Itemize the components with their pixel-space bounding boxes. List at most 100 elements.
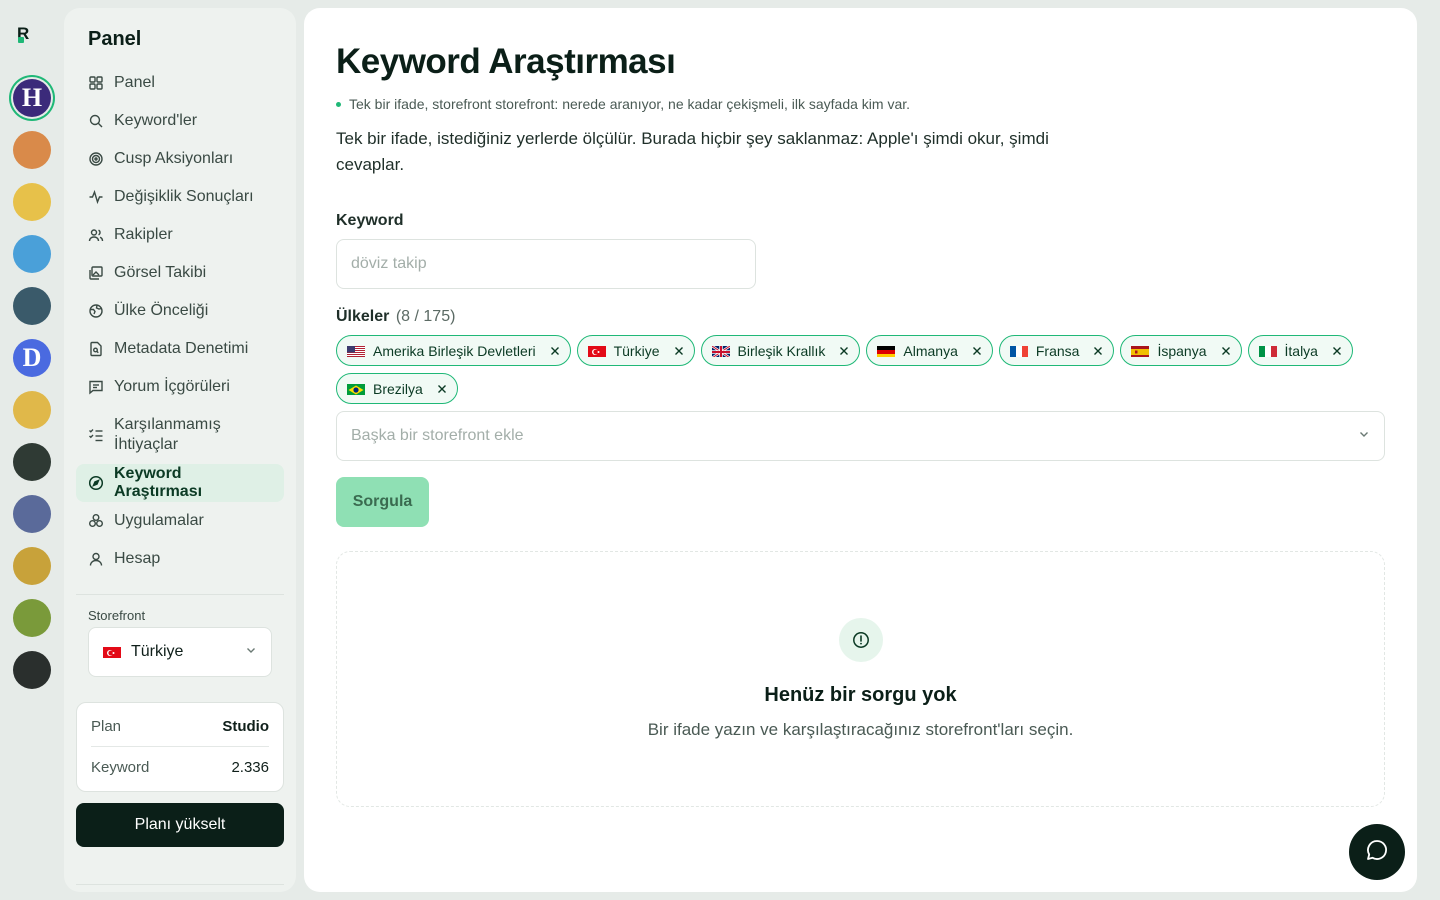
rail-app-investing-icon[interactable]	[13, 443, 51, 481]
storefront-select[interactable]: Türkiye	[88, 627, 272, 677]
upgrade-plan-button[interactable]: Planı yükselt	[76, 803, 284, 847]
plan-value: Studio	[222, 717, 269, 735]
keyword-quota-row: Keyword 2.336	[91, 747, 269, 787]
tagline-text: Tek bir ifade, storefront storefront: ne…	[349, 96, 911, 112]
rail-app-runner-icon[interactable]	[13, 131, 51, 169]
country-chip-label: Türkiye	[613, 342, 660, 359]
sidebar-item-label: Ülke Önceliği	[114, 302, 209, 319]
empty-state-subtitle: Bir ifade yazın ve karşılaştıracağınız s…	[647, 720, 1074, 739]
country-chip[interactable]: İtalya	[1247, 335, 1353, 366]
sidebar-item-metadata-denetimi[interactable]: Metadata Denetimi	[76, 330, 284, 368]
sidebar-item-label: Rakipler	[114, 226, 173, 243]
country-chip-label: Fransa	[1035, 342, 1080, 359]
it-flag-icon	[1258, 345, 1277, 357]
remove-chip-icon[interactable]	[550, 343, 560, 359]
remove-chip-icon[interactable]	[1221, 343, 1231, 359]
sidebar-item-label: Hesap	[114, 550, 161, 567]
countries-label-text: Ülkeler	[336, 308, 390, 325]
country-chip-label: Birleşik Krallık	[737, 342, 826, 359]
sidebar-item-lke-nceli-i[interactable]: Ülke Önceliği	[76, 292, 284, 330]
sidebar-item-label: Panel	[114, 74, 155, 91]
remove-chip-icon[interactable]	[972, 343, 982, 359]
chat-button[interactable]	[1349, 824, 1405, 880]
country-chip[interactable]: İspanya	[1120, 335, 1242, 366]
country-chip[interactable]: Brezilya	[336, 373, 458, 404]
country-chip-label: İtalya	[1284, 342, 1318, 359]
sidebar-item-label: Keyword'ler	[114, 112, 198, 129]
rail-app-hero-icon[interactable]	[13, 495, 51, 533]
sidebar-item-uygulamalar[interactable]: Uygulamalar	[76, 502, 284, 540]
sidebar-item-rakipler[interactable]: Rakipler	[76, 216, 284, 254]
sidebar-item-hesap[interactable]: Hesap	[76, 540, 284, 578]
grid-icon	[88, 75, 104, 91]
country-chips: Amerika Birleşik Devletleri Türkiye Birleş…	[336, 335, 1386, 404]
rail-app-blocks-icon[interactable]	[13, 235, 51, 273]
plan-card: Plan Studio Keyword 2.336	[76, 702, 284, 792]
plan-key: Plan	[91, 717, 122, 735]
country-chip[interactable]: Fransa	[998, 335, 1115, 366]
sidebar-item-de-i-iklik-sonu-lar[interactable]: Değişiklik Sonuçları	[76, 178, 284, 216]
list-check-icon	[88, 427, 104, 443]
country-chip[interactable]: Türkiye	[576, 335, 695, 366]
rail-app-d-icon[interactable]: D	[13, 339, 51, 377]
logo-icon[interactable]: R	[17, 24, 37, 44]
sidebar: Panel Panel Keyword'ler Cusp Aksiyonları De…	[64, 8, 296, 892]
page-title: Keyword Araştırması	[336, 42, 676, 81]
remove-chip-icon[interactable]	[1093, 343, 1103, 359]
page-description: Tek bir ifade, istediğiniz yerlerde ölçü…	[336, 129, 1049, 174]
us-flag-icon	[347, 345, 365, 357]
alert-circle-icon	[839, 618, 883, 662]
es-flag-icon	[1131, 345, 1150, 357]
keyword-quota-value: 2.336	[231, 758, 269, 776]
query-button[interactable]: Sorgula	[336, 477, 429, 527]
gb-flag-icon	[711, 344, 730, 357]
sidebar-brand: Panel	[88, 28, 142, 50]
message-icon	[88, 379, 104, 395]
sidebar-item-label: Karşılanmamış İhtiyaçlar	[114, 416, 221, 453]
country-chip-label: Amerika Birleşik Devletleri	[373, 342, 536, 359]
sidebar-nav: Panel Keyword'ler Cusp Aksiyonları Değişikl…	[76, 64, 284, 578]
sidebar-item-cusp-aksiyonlar[interactable]: Cusp Aksiyonları	[76, 140, 284, 178]
sidebar-item-keyword-ler[interactable]: Keyword'ler	[76, 102, 284, 140]
chevron-down-icon	[1358, 427, 1370, 445]
remove-chip-icon[interactable]	[437, 381, 447, 397]
remove-chip-icon[interactable]	[674, 343, 684, 359]
globe-icon	[88, 303, 104, 319]
rail-app-letter: D	[22, 343, 42, 372]
remove-chip-icon[interactable]	[1332, 343, 1342, 359]
fr-flag-icon	[1009, 345, 1028, 357]
rail-app-temple2-icon[interactable]	[13, 599, 51, 637]
rail-app-gold-icon[interactable]	[13, 183, 51, 221]
rail-app-temple-icon[interactable]	[13, 547, 51, 585]
keyword-quota-key: Keyword	[91, 758, 150, 776]
add-storefront-select[interactable]: Başka bir storefront ekle	[336, 411, 1385, 461]
rail-app-tv-icon[interactable]	[13, 651, 51, 689]
country-chip[interactable]: Amerika Birleşik Devletleri	[336, 335, 571, 366]
country-chip[interactable]: Almanya	[866, 335, 993, 366]
apps-icon	[88, 513, 104, 529]
country-chip[interactable]: Birleşik Krallık	[700, 335, 861, 366]
file-search-icon	[88, 341, 104, 357]
country-chip-label: Brezilya	[373, 380, 423, 397]
countries-label: Ülkeler (8 / 175)	[336, 308, 455, 326]
tr-flag-icon	[587, 345, 606, 357]
rail-app-h-icon[interactable]: H	[13, 79, 51, 117]
plan-row: Plan Studio	[91, 706, 269, 746]
sidebar-item-label: Cusp Aksiyonları	[114, 150, 234, 167]
sidebar-item-keyword-ara-t-rmas[interactable]: Keyword Araştırması	[76, 464, 284, 502]
rail-app-chart-icon[interactable]	[13, 287, 51, 325]
sidebar-item-yorum-i-g-r-leri[interactable]: Yorum İçgörüleri	[76, 368, 284, 406]
images-icon	[88, 265, 104, 281]
app-rail: R H D	[0, 0, 64, 900]
activity-icon	[88, 189, 104, 205]
keyword-input[interactable]	[336, 239, 756, 289]
countries-count: (8 / 175)	[395, 308, 456, 325]
sidebar-item-g-rsel-takibi[interactable]: Görsel Takibi	[76, 254, 284, 292]
compass-icon	[88, 475, 104, 491]
empty-state-title: Henüz bir sorgu yok	[764, 684, 957, 706]
sidebar-item-kar-lanmam-i-htiya-lar[interactable]: Karşılanmamış İhtiyaçlar	[76, 406, 284, 464]
remove-chip-icon[interactable]	[839, 343, 849, 359]
rail-app-ticket-icon[interactable]	[13, 391, 51, 429]
sidebar-item-panel[interactable]: Panel	[76, 64, 284, 102]
sidebar-item-label: Değişiklik Sonuçları	[114, 188, 254, 205]
